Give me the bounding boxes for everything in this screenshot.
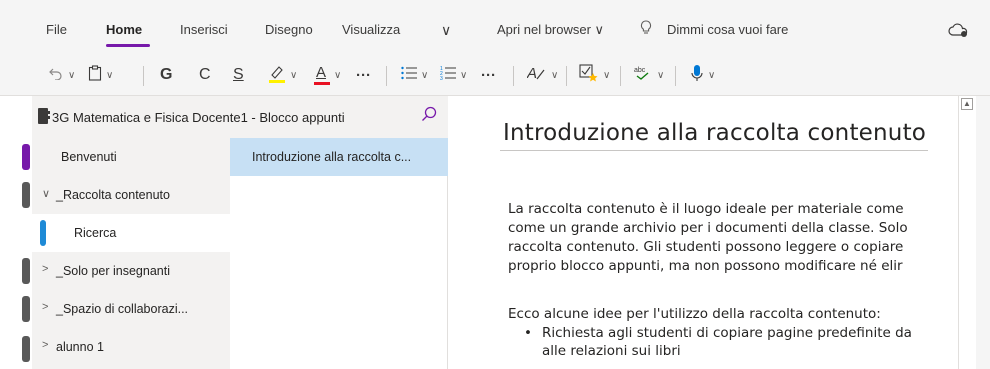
page-body-paragraph[interactable]: La raccolta contenuto è il luogo ideale … (508, 200, 958, 276)
section-color-tab (22, 144, 30, 170)
section-label: _Spazio di collaborazi... (56, 302, 189, 316)
italic-button[interactable]: C (199, 64, 211, 86)
chevron-right-icon[interactable]: > (42, 301, 48, 313)
paragraph-line: come un grande archivio per i documenti … (508, 220, 908, 236)
section-group-alunno-1[interactable]: > alunno 1 (32, 328, 230, 366)
tab-home-indicator (106, 44, 150, 47)
section-label: Benvenuti (61, 150, 117, 164)
page-title[interactable]: Introduzione alla raccolta contenuto (503, 120, 926, 146)
section-group-raccolta-contenuto[interactable]: ∨ _Raccolta contenuto (32, 176, 230, 214)
tell-me-search[interactable]: Dimmi cosa vuoi fare (667, 22, 788, 37)
spelling-button[interactable]: abc ∨ (633, 64, 664, 86)
section-item-ricerca[interactable]: Ricerca (32, 214, 230, 252)
underline-button[interactable]: S (233, 64, 244, 86)
bold-button[interactable]: G (160, 64, 172, 86)
notebook-icon (38, 108, 50, 127)
section-color-tab (22, 336, 30, 362)
styles-icon: A (526, 64, 547, 86)
tab-insert[interactable]: Inserisci (180, 22, 228, 37)
undo-icon (48, 66, 64, 84)
right-gutter (976, 96, 990, 369)
tag-star-icon (579, 64, 599, 86)
highlighter-icon (268, 63, 286, 87)
svg-text:A: A (527, 65, 537, 82)
undo-button[interactable]: ∨ (48, 64, 75, 86)
paste-button[interactable]: ∨ (88, 64, 113, 86)
tab-home[interactable]: Home (106, 22, 142, 37)
section-color-tab (22, 182, 30, 208)
lightbulb-icon (640, 20, 652, 39)
page-label: Introduzione alla raccolta c... (252, 150, 412, 164)
chevron-right-icon[interactable]: > (42, 339, 48, 351)
open-in-browser-button[interactable]: Apri nel browser ∨ (497, 22, 604, 38)
section-label: _Raccolta contenuto (56, 188, 170, 202)
section-color-tab-selected (40, 220, 46, 246)
cloud-sync-icon[interactable] (948, 22, 970, 41)
numbering-button[interactable]: 123 ∨ (440, 64, 467, 86)
toolbar-divider (675, 66, 676, 86)
section-color-tab (22, 296, 30, 322)
scroll-up-arrow-icon[interactable]: ▲ (961, 98, 973, 110)
toolbar-divider (566, 66, 567, 86)
dictate-button[interactable]: ∨ (690, 64, 715, 86)
list-item: Richiesta agli studenti di copiare pagin… (520, 324, 958, 342)
section-color-tab (22, 258, 30, 284)
title-underline (500, 150, 928, 151)
search-icon[interactable] (421, 106, 437, 125)
styles-button[interactable]: A ∨ (526, 64, 558, 86)
tab-draw[interactable]: Disegno (265, 22, 313, 37)
vertical-scrollbar[interactable] (958, 96, 976, 369)
ideas-heading[interactable]: Ecco alcune idee per l'utilizzo della ra… (508, 306, 958, 322)
section-label: _Solo per insegnanti (56, 264, 170, 278)
list-item-continuation: alle relazioni sui libri (542, 343, 681, 359)
microphone-icon (690, 64, 704, 86)
more-paragraph-button[interactable]: ··· (481, 64, 496, 86)
spellcheck-icon: abc (633, 64, 653, 86)
font-color-button[interactable]: A ∨ (314, 64, 341, 86)
bullet-list-icon (401, 66, 417, 84)
more-format-button[interactable]: ··· (356, 64, 371, 86)
notebook-title[interactable]: 3G Matematica e Fisica Docente1 - Blocco… (52, 110, 345, 125)
paragraph-line: raccolta contenuto. Gli studenti possono… (508, 239, 904, 255)
tab-view[interactable]: Visualizza (342, 22, 400, 37)
font-color-icon: A (314, 64, 330, 86)
paragraph-line: La raccolta contenuto è il luogo ideale … (508, 201, 904, 217)
ideas-list[interactable]: Richiesta agli studenti di copiare pagin… (520, 324, 958, 360)
toolbar-divider (143, 66, 144, 86)
chevron-down-icon[interactable]: ∨ (42, 187, 50, 200)
clipboard-icon (88, 65, 102, 85)
svg-text:abc: abc (634, 67, 646, 74)
section-label: alunno 1 (56, 340, 104, 354)
numbered-list-icon: 123 (440, 65, 456, 85)
svg-text:3: 3 (440, 76, 443, 81)
section-group-spazio-collaborazione[interactable]: > _Spazio di collaborazi... (32, 290, 230, 328)
toolbar-divider (620, 66, 621, 86)
section-label: Ricerca (74, 226, 117, 240)
section-item-benvenuti[interactable]: Benvenuti (32, 138, 230, 176)
ribbon-tabs: File Home Inserisci Disegno Visualizza ∨… (0, 0, 990, 52)
chevron-right-icon[interactable]: > (42, 263, 48, 275)
toolbar-divider (513, 66, 514, 86)
tab-file[interactable]: File (46, 22, 67, 37)
page-item-introduzione[interactable]: Introduzione alla raccolta c... (230, 138, 448, 176)
section-group-solo-insegnanti[interactable]: > _Solo per insegnanti (32, 252, 230, 290)
more-tabs-chevron[interactable]: ∨ (441, 22, 451, 39)
highlight-button[interactable]: ∨ (268, 64, 297, 86)
tag-button[interactable]: ∨ (579, 64, 610, 86)
bullets-button[interactable]: ∨ (401, 64, 428, 86)
ribbon-toolbar: ∨ ∨ G C S ∨ A ∨ ··· ∨ 123 ∨ ··· A ∨ ∨ ab… (0, 52, 990, 96)
toolbar-divider (386, 66, 387, 86)
paragraph-line: proprio blocco appunti, ma non possono m… (508, 258, 903, 274)
